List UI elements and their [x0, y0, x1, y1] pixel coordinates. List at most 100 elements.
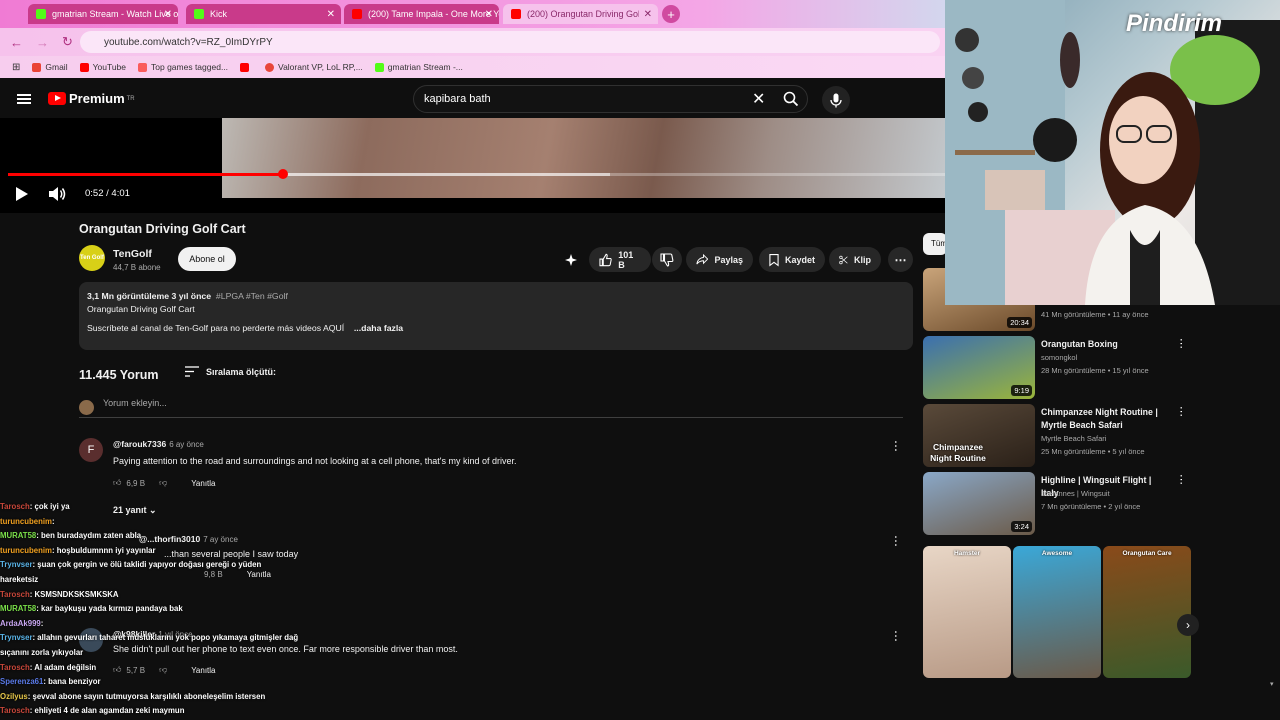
share-button[interactable]: Paylaş — [686, 247, 753, 272]
recommended-channel[interactable]: JoHannes | Wingsuit — [1041, 489, 1110, 498]
video-thumbnail[interactable]: Chimpanzee Night Routine — [923, 404, 1035, 467]
bookmark-kick[interactable]: gmatrian Stream -... — [374, 62, 463, 72]
bookmark-icon — [769, 253, 779, 267]
back-icon[interactable]: ← — [10, 35, 26, 50]
description-box[interactable]: 3,1 Mn görüntüleme 3 yıl önce #LPGA #Ten… — [79, 282, 913, 350]
thumbs-down-icon[interactable]: 👎︎ — [159, 478, 167, 488]
clear-search-icon[interactable]: ✕ — [752, 89, 765, 109]
video-player[interactable]: 0:52 / 4:01 — [0, 118, 945, 213]
sparkle-button[interactable] — [562, 247, 586, 272]
search-input[interactable]: kapibara bath — [413, 85, 808, 113]
browser-tab-active[interactable]: (200) Orangutan Driving Golf Cart ✕ — [503, 4, 658, 24]
microphone-icon — [830, 93, 842, 107]
video-menu-icon[interactable]: ⋯ — [1175, 406, 1188, 415]
new-tab-button[interactable]: + — [662, 5, 680, 23]
search-button[interactable] — [772, 85, 810, 113]
chat-username[interactable]: ArdaAk999 — [0, 619, 41, 628]
channel-avatar[interactable]: Ten Golf — [79, 245, 105, 271]
filter-chip-all[interactable]: Tüm — [923, 233, 947, 255]
volume-button[interactable] — [48, 186, 66, 207]
chat-username[interactable]: Tarosch — [0, 663, 30, 672]
chat-username[interactable]: Trynvser — [0, 633, 33, 642]
browser-tab[interactable]: (200) Tame Impala - One More Year ✕ — [344, 4, 499, 24]
like-button[interactable]: 101 B — [589, 247, 651, 272]
thumbs-up-icon[interactable]: 👍︎ — [113, 478, 121, 488]
chat-username[interactable]: MURAT58 — [0, 604, 36, 613]
bookmark-youtube-2[interactable] — [240, 62, 253, 72]
play-button[interactable] — [15, 186, 29, 207]
bookmark-gmail[interactable]: Gmail — [32, 62, 68, 72]
more-actions-button[interactable]: ⋯ — [888, 247, 913, 272]
save-button[interactable]: Kaydet — [759, 247, 825, 272]
url-field[interactable]: youtube.com/watch?v=RZ_0ImDYrPY — [80, 31, 940, 53]
chat-username[interactable]: Ozilyus — [0, 692, 28, 701]
comment-menu-icon[interactable]: ⋯ — [889, 535, 903, 545]
chat-message: Sperenza61: bana benziyor — [0, 675, 300, 690]
recommended-channel[interactable]: Myrtle Beach Safari — [1041, 434, 1106, 443]
author-handle[interactable]: @farouk7336 — [113, 439, 166, 449]
recommended-channel[interactable]: somongkol — [1041, 353, 1077, 362]
chat-username[interactable]: Trynvser — [0, 560, 33, 569]
sort-button[interactable]: Sıralama ölçütü: — [185, 366, 276, 377]
recommended-title[interactable]: Orangutan Boxing — [1041, 338, 1169, 351]
webcam-scene — [945, 0, 1280, 305]
browser-tab[interactable]: gmatrian Stream - Watch Live on Kick ✕ — [28, 4, 178, 24]
recommended-video[interactable]: Chimpanzee Night Routine Chimpanzee Night… — [923, 404, 1188, 468]
bookmark-youtube[interactable]: YouTube — [79, 62, 126, 72]
kick-icon — [374, 62, 384, 72]
chat-username[interactable]: Tarosch — [0, 706, 30, 715]
reload-icon[interactable]: ↻ — [62, 34, 78, 50]
sort-label: Sıralama ölçütü: — [206, 366, 277, 377]
show-more-link[interactable]: ...daha fazla — [354, 323, 403, 333]
short-thumbnail[interactable]: Hamster — [923, 546, 1011, 678]
channel-name[interactable]: TenGolf — [113, 248, 152, 260]
menu-icon[interactable] — [17, 94, 31, 104]
volume-icon — [49, 187, 66, 201]
video-menu-icon[interactable]: ⋯ — [1175, 474, 1188, 483]
youtube-logo[interactable]: Premium TR — [48, 91, 135, 106]
recommended-title[interactable]: Chimpanzee Night Routine | Myrtle Beach … — [1041, 406, 1169, 432]
add-comment-input[interactable]: Yorum ekleyin... — [79, 398, 903, 418]
shorts-next-button[interactable]: › — [1177, 614, 1199, 636]
apps-icon[interactable]: ⊞ — [12, 62, 20, 73]
short-thumbnail[interactable]: Orangutan Care — [1103, 546, 1191, 678]
commenter-avatar[interactable]: F — [79, 438, 103, 462]
chat-username[interactable]: turuncubenim — [0, 517, 52, 526]
chat-message: ArdaAk999: — [0, 617, 300, 632]
close-icon[interactable]: ✕ — [327, 9, 335, 20]
chat-username[interactable]: Tarosch — [0, 590, 30, 599]
clip-button[interactable]: Klip — [829, 247, 881, 272]
video-menu-icon[interactable]: ⋯ — [1175, 338, 1188, 347]
comment-author[interactable]: @farouk7336 6 ay önce — [113, 439, 204, 449]
chat-username[interactable]: Sperenza61 — [0, 677, 43, 686]
close-icon[interactable]: ✕ — [644, 9, 652, 20]
short-thumbnail[interactable]: Awesome — [1013, 546, 1101, 678]
bookmark-top-games[interactable]: Top games tagged... — [138, 62, 228, 72]
progress-bar[interactable] — [8, 169, 945, 179]
bookmark-valorant[interactable]: Valorant VP, LoL RP,... — [265, 62, 363, 72]
dislike-button[interactable] — [652, 247, 682, 272]
video-thumbnail[interactable]: 9:19 — [923, 336, 1035, 399]
comment-menu-icon[interactable]: ⋯ — [889, 630, 903, 640]
recommended-video[interactable]: 3:24 Highline | Wingsuit Flight | Italy Jo… — [923, 472, 1188, 536]
short-title: Hamster — [953, 550, 980, 557]
recommended-meta: 25 Mn görüntüleme • 5 yıl önce — [1041, 447, 1145, 456]
scroll-down-icon[interactable]: ▾ — [1270, 680, 1278, 690]
recommended-video[interactable]: 9:19 Orangutan Boxing somongkol 28 Mn görün… — [923, 336, 1188, 400]
forward-icon[interactable]: → — [36, 35, 52, 50]
video-duration: 20:34 — [1007, 317, 1032, 328]
chat-username[interactable]: MURAT58 — [0, 531, 36, 540]
youtube-play-icon — [48, 92, 66, 105]
reply-button[interactable]: Yanıtla — [191, 479, 215, 488]
browser-tab[interactable]: Kick ✕ — [186, 4, 341, 24]
chat-username[interactable]: Tarosch — [0, 502, 30, 511]
hashtags[interactable]: #LPGA #Ten #Golf — [216, 291, 288, 301]
close-icon[interactable]: ✕ — [485, 9, 493, 20]
voice-search-button[interactable] — [822, 86, 850, 114]
video-thumbnail[interactable]: 3:24 — [923, 472, 1035, 535]
subscribe-button[interactable]: Abone ol — [178, 247, 236, 271]
close-icon[interactable]: ✕ — [164, 9, 172, 20]
comment-menu-icon[interactable]: ⋯ — [889, 440, 903, 450]
progress-scrubber[interactable] — [277, 169, 288, 179]
chat-username[interactable]: turuncubenim — [0, 546, 52, 555]
